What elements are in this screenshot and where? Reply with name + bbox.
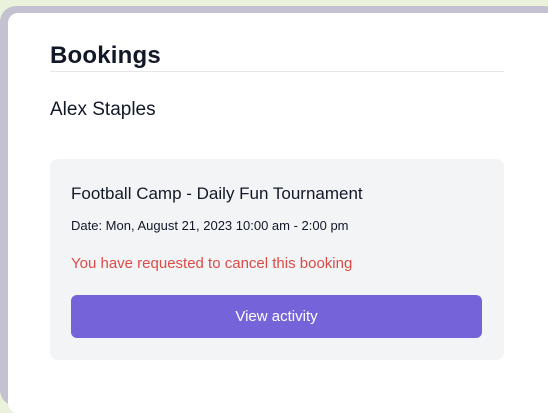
booking-status: You have requested to cancel this bookin… — [71, 255, 353, 272]
booking-title: Football Camp - Daily Fun Tournament — [71, 184, 363, 203]
booking-date: Date: Mon, August 21, 2023 10:00 am - 2:… — [71, 218, 349, 233]
view-activity-button[interactable]: View activity — [71, 295, 482, 338]
page-title: Bookings — [50, 42, 161, 69]
booking-card: Football Camp - Daily Fun Tournament Dat… — [50, 159, 504, 360]
title-divider — [50, 71, 504, 72]
user-name: Alex Staples — [50, 99, 156, 120]
